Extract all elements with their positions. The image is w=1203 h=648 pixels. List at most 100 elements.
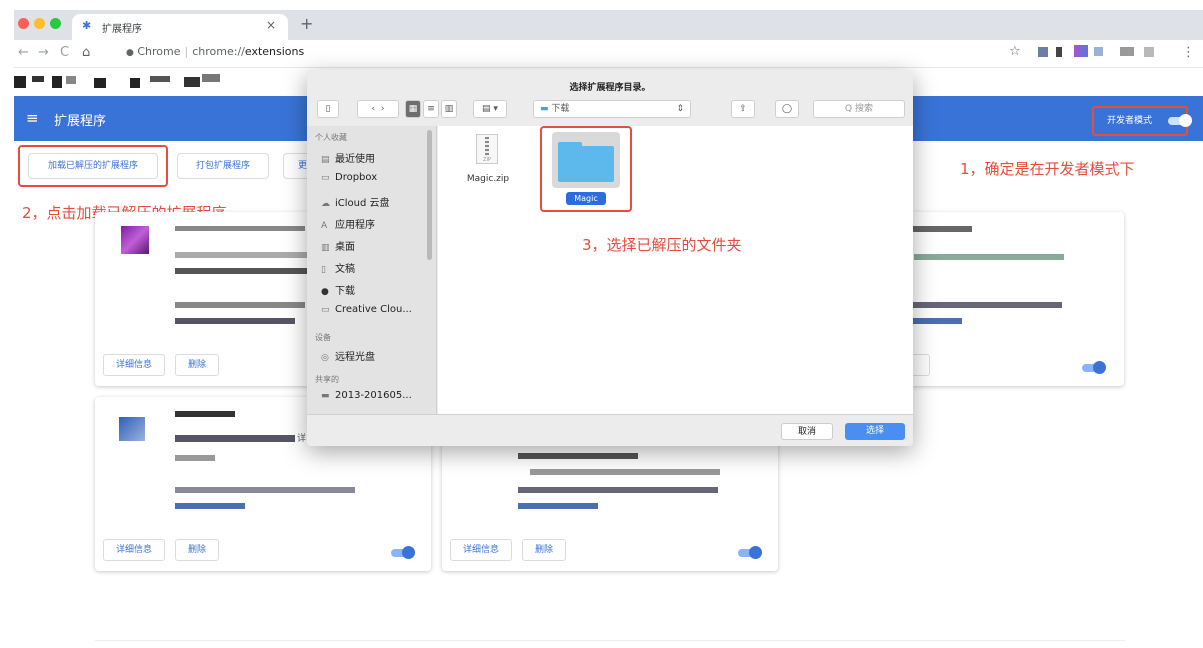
extension-icon[interactable] <box>1074 45 1088 57</box>
details-button[interactable]: 详细信息 <box>103 354 165 376</box>
extension-version <box>175 252 325 258</box>
choose-button[interactable]: 选择 <box>845 423 905 440</box>
folder-icon: ▬ <box>540 104 549 114</box>
enable-toggle[interactable] <box>1082 361 1106 374</box>
sidebar-item-icloud[interactable]: ☁ iCloud 云盘 <box>321 194 390 209</box>
extension-version <box>175 435 295 442</box>
bookmark-favicon[interactable] <box>94 78 106 88</box>
details-button[interactable]: 详细信息 <box>450 539 512 561</box>
enable-toggle[interactable] <box>738 546 762 559</box>
sidebar-item-shared-computer[interactable]: ▬ 2013-201605... <box>321 390 412 401</box>
back-forward-buttons[interactable]: ‹ › <box>357 100 399 118</box>
folder-icon <box>558 146 614 182</box>
bookmark-favicon[interactable] <box>52 76 62 88</box>
icon-view-icon[interactable]: ▦ <box>405 100 421 118</box>
new-tab-button[interactable]: + <box>300 14 313 33</box>
forward-button[interactable]: → <box>38 45 49 60</box>
share-icon[interactable]: ⇧ <box>731 100 755 118</box>
remove-button[interactable]: 删除 <box>522 539 566 561</box>
sidebar-toggle-icon[interactable]: ▯ <box>317 100 339 118</box>
sidebar-item-desktop[interactable]: ▥ 桌面 <box>321 238 355 253</box>
extension-version <box>914 254 1064 260</box>
bookmark-star-icon[interactable]: ☆ <box>1009 44 1021 59</box>
toggle-knob <box>402 546 415 559</box>
bookmark-label[interactable] <box>66 76 76 84</box>
bookmark-label[interactable] <box>32 76 44 82</box>
clock-icon: ▤ <box>321 155 330 165</box>
minimize-window-button[interactable] <box>34 18 45 29</box>
toggle-knob <box>1179 114 1192 127</box>
tab-close-icon[interactable]: × <box>266 18 276 32</box>
dev-mode-toggle[interactable] <box>1168 114 1192 127</box>
list-view-icon[interactable]: ≡ <box>423 100 439 118</box>
zoom-window-button[interactable] <box>50 18 61 29</box>
sidebar-item-dropbox[interactable]: ▭ Dropbox <box>321 172 377 183</box>
file-name: Magic.zip <box>466 174 510 184</box>
site-info-icon[interactable]: ● <box>126 48 134 58</box>
bookmark-favicon[interactable] <box>184 77 200 87</box>
browser-toolbar: ← → C ⌂ ● Chrome | chrome://extensions ☆ ⋮ <box>14 40 1203 68</box>
home-button[interactable]: ⌂ <box>82 45 90 60</box>
sidebar-item-remote-disc[interactable]: ◎ 远程光盘 <box>321 348 375 363</box>
reload-button[interactable]: C <box>60 45 69 60</box>
sidebar-item-label: iCloud 云盘 <box>335 198 390 209</box>
omnibox-path: extensions <box>244 45 305 58</box>
enable-toggle[interactable] <box>391 546 415 559</box>
location-popup[interactable]: ▬ 下载 ⇕ <box>533 100 691 118</box>
extension-icon[interactable] <box>1144 47 1154 57</box>
remove-button[interactable]: 删除 <box>175 539 219 561</box>
shared-header: 共享的 <box>315 375 339 384</box>
extension-icon[interactable] <box>1094 47 1103 56</box>
extension-icon[interactable] <box>1038 47 1048 57</box>
hamburger-menu-icon[interactable]: ≡ <box>26 109 39 127</box>
address-bar[interactable]: ● Chrome | chrome://extensions <box>126 45 1006 64</box>
sidebar-item-recents[interactable]: ▤ 最近使用 <box>321 150 375 165</box>
extension-icon[interactable] <box>1120 47 1134 56</box>
extension-icon[interactable] <box>1056 47 1062 57</box>
column-view-icon[interactable]: ▥ <box>441 100 457 118</box>
zip-file-icon: ZIP <box>476 134 498 164</box>
chrome-menu-icon[interactable]: ⋮ <box>1182 45 1195 60</box>
remove-button[interactable]: 删除 <box>175 354 219 376</box>
search-input[interactable]: Q 搜索 <box>813 100 905 118</box>
sidebar-item-downloads[interactable]: ● 下载 <box>321 282 355 297</box>
pack-extension-button[interactable]: 打包扩展程序 <box>177 153 269 179</box>
close-window-button[interactable] <box>18 18 29 29</box>
computer-icon: ▬ <box>321 391 330 401</box>
group-view-icon[interactable]: ▤ ▾ <box>473 100 507 118</box>
file-item-folder[interactable]: Magic <box>552 132 620 208</box>
omnibox-scheme: chrome:// <box>192 45 245 58</box>
sidebar-item-creative-cloud[interactable]: ▭ Creative Clou... <box>321 304 412 315</box>
download-icon: ● <box>321 287 329 297</box>
dev-mode-label: 开发者模式 <box>1107 116 1153 126</box>
sidebar-scrollbar[interactable] <box>427 130 432 260</box>
sidebar-item-documents[interactable]: ▯ 文稿 <box>321 260 355 275</box>
bookmark-label[interactable] <box>150 76 170 82</box>
chevron-updown-icon: ⇕ <box>676 104 684 114</box>
tab-extensions[interactable]: ✱ 扩展程序 × <box>72 14 288 40</box>
bookmark-favicon[interactable] <box>14 76 26 88</box>
load-unpacked-button[interactable]: 加载已解压的扩展程序 <box>28 153 158 179</box>
bookmark-label[interactable] <box>202 74 220 82</box>
sidebar-item-label: 桌面 <box>335 242 355 253</box>
extension-id <box>175 318 295 324</box>
extension-id <box>912 302 1062 308</box>
bookmark-favicon[interactable] <box>130 78 140 88</box>
sidebar-item-label: 应用程序 <box>335 220 375 231</box>
desktop-icon: ▥ <box>321 243 330 253</box>
applications-icon: A <box>321 221 328 231</box>
sidebar-item-applications[interactable]: A 应用程序 <box>321 216 375 231</box>
folder-icon: ▭ <box>321 305 330 315</box>
extension-id <box>518 487 718 493</box>
extension-version <box>530 469 720 475</box>
toggle-knob <box>749 546 762 559</box>
cancel-button[interactable]: 取消 <box>781 423 833 440</box>
tag-icon[interactable]: ◯ <box>775 100 799 118</box>
file-browser: ZIP Magic.zip Magic <box>438 126 913 414</box>
file-item-zip[interactable]: ZIP Magic.zip <box>466 134 509 190</box>
sidebar-item-label: 文稿 <box>335 264 355 275</box>
back-button[interactable]: ← <box>18 45 29 60</box>
finder-sidebar: 个人收藏 ▤ 最近使用 ▭ Dropbox ☁ iCloud 云盘 A 应用程序 ▥ 桌面… <box>307 126 437 446</box>
annotation-step3: 3，选择已解压的文件夹 <box>582 236 742 254</box>
details-button[interactable]: 详细信息 <box>103 539 165 561</box>
